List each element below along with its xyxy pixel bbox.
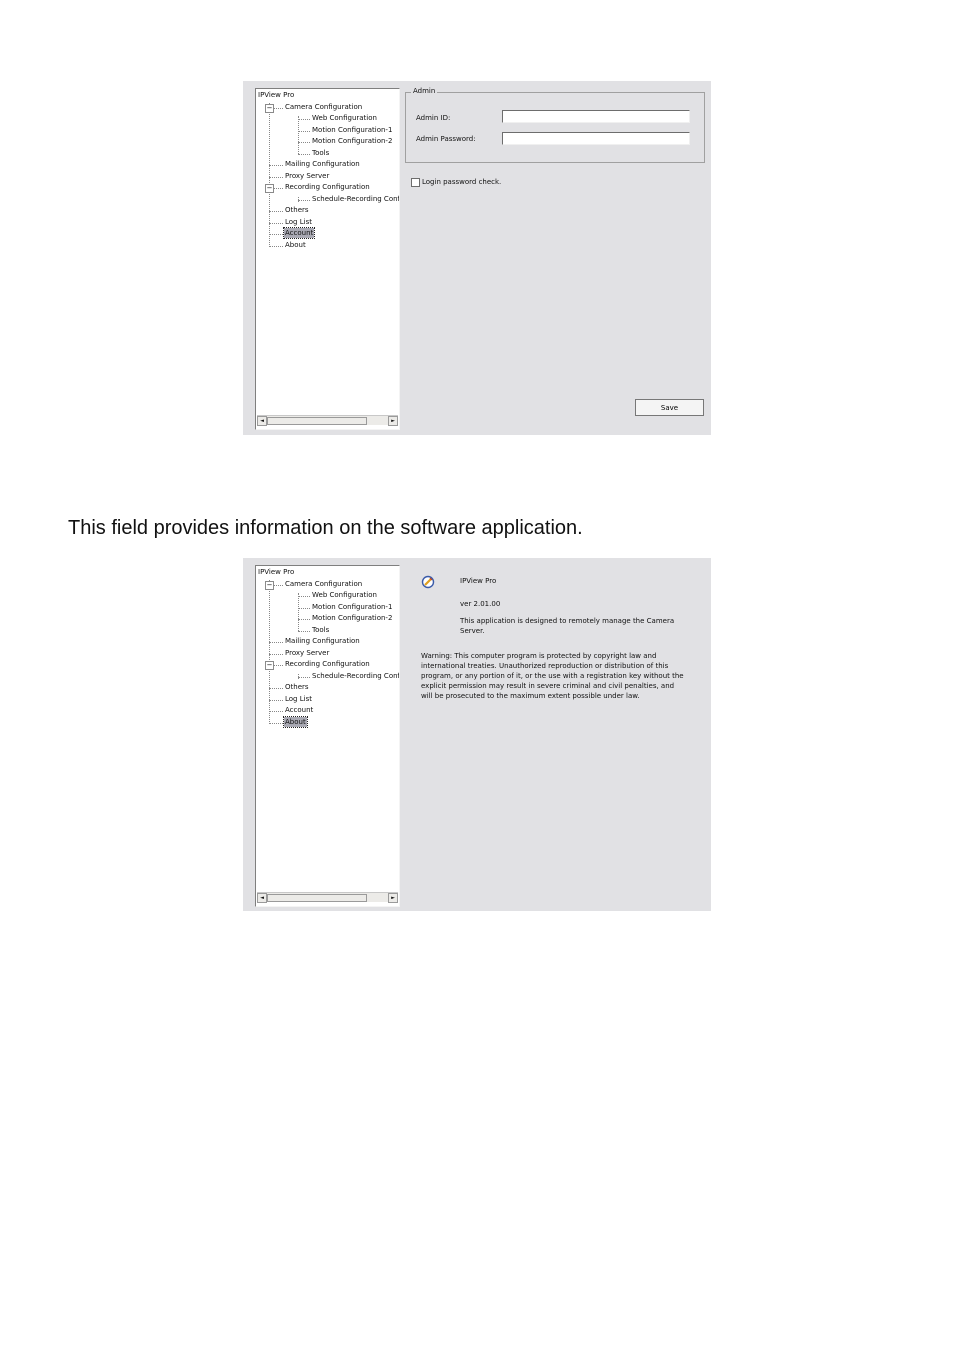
tree-item-tools[interactable]: Tools — [311, 148, 330, 158]
tree-item-proxy-server[interactable]: Proxy Server — [284, 648, 330, 658]
collapse-camera-icon[interactable]: − — [265, 104, 274, 113]
settings-tree: − − IPView Pro Camera Configuration Web … — [255, 88, 400, 430]
app-icon — [421, 575, 435, 589]
tree-root[interactable]: IPView Pro — [257, 567, 295, 577]
collapse-camera-icon[interactable]: − — [265, 581, 274, 590]
collapse-recording-icon[interactable]: − — [265, 661, 274, 670]
scroll-right-icon[interactable]: ► — [388, 893, 398, 903]
scroll-thumb[interactable] — [267, 894, 367, 902]
tree-item-others[interactable]: Others — [284, 205, 310, 215]
tree-item-recording-configuration[interactable]: Recording Configuration — [284, 659, 371, 669]
tree-root[interactable]: IPView Pro — [257, 90, 295, 100]
copyright-warning: Warning: This computer program is protec… — [421, 652, 684, 700]
tree-item-motion-configuration-1[interactable]: Motion Configuration-1 — [311, 602, 393, 612]
app-description: This application is designed to remotely… — [460, 617, 675, 635]
settings-tree: − − IPView Pro Camera Configuration Web … — [255, 565, 400, 907]
app-version: ver 2.01.00 — [460, 600, 501, 608]
tree-item-about[interactable]: About — [284, 240, 307, 250]
tree-item-log-list[interactable]: Log List — [284, 217, 313, 227]
login-password-checkbox[interactable] — [411, 178, 420, 187]
login-password-label: Login password check. — [422, 178, 502, 186]
tree-horizontal-scrollbar[interactable]: ◄ ► — [257, 892, 398, 903]
tree-item-motion-configuration-1[interactable]: Motion Configuration-1 — [311, 125, 393, 135]
admin-id-input[interactable] — [502, 110, 690, 123]
tree-item-recording-configuration[interactable]: Recording Configuration — [284, 182, 371, 192]
tree-item-mailing-configuration[interactable]: Mailing Configuration — [284, 636, 361, 646]
admin-group: Admin Admin ID: Admin Password: — [405, 87, 705, 163]
tree-item-tools[interactable]: Tools — [311, 625, 330, 635]
tree-item-log-list[interactable]: Log List — [284, 694, 313, 704]
tree-item-proxy-server[interactable]: Proxy Server — [284, 171, 330, 181]
tree-item-web-configuration[interactable]: Web Configuration — [311, 113, 378, 123]
app-name: IPView Pro — [460, 577, 497, 585]
about-screenshot: − − IPView Pro Camera Configuration Web … — [243, 558, 711, 911]
tree-item-camera-configuration[interactable]: Camera Configuration — [284, 102, 363, 112]
tree-item-account[interactable]: Account — [284, 705, 314, 715]
tree-item-schedule-recording[interactable]: Schedule-Recording Configuration — [311, 671, 399, 681]
admin-password-label: Admin Password: — [416, 135, 476, 143]
tree-item-camera-configuration[interactable]: Camera Configuration — [284, 579, 363, 589]
collapse-recording-icon[interactable]: − — [265, 184, 274, 193]
account-screenshot: − − IPView Pro Camera Configuration Web … — [243, 81, 711, 435]
tree-item-account[interactable]: Account — [282, 227, 316, 239]
scroll-left-icon[interactable]: ◄ — [257, 416, 267, 426]
tree-horizontal-scrollbar[interactable]: ◄ ► — [257, 415, 398, 426]
tree-item-schedule-recording[interactable]: Schedule-Recording Configuration — [311, 194, 399, 204]
scroll-left-icon[interactable]: ◄ — [257, 893, 267, 903]
scroll-right-icon[interactable]: ► — [388, 416, 398, 426]
tree-item-motion-configuration-2[interactable]: Motion Configuration-2 — [311, 613, 393, 623]
tree-item-about[interactable]: About — [283, 716, 308, 728]
tree-item-others[interactable]: Others — [284, 682, 310, 692]
save-button[interactable]: Save — [635, 399, 704, 416]
tree-item-motion-configuration-2[interactable]: Motion Configuration-2 — [311, 136, 393, 146]
tree-item-mailing-configuration[interactable]: Mailing Configuration — [284, 159, 361, 169]
tree-item-web-configuration[interactable]: Web Configuration — [311, 590, 378, 600]
admin-password-input[interactable] — [502, 132, 690, 145]
about-caption: This field provides information on the s… — [68, 517, 583, 539]
scroll-thumb[interactable] — [267, 417, 367, 425]
admin-group-title: Admin — [411, 87, 438, 95]
admin-id-label: Admin ID: — [416, 114, 451, 122]
